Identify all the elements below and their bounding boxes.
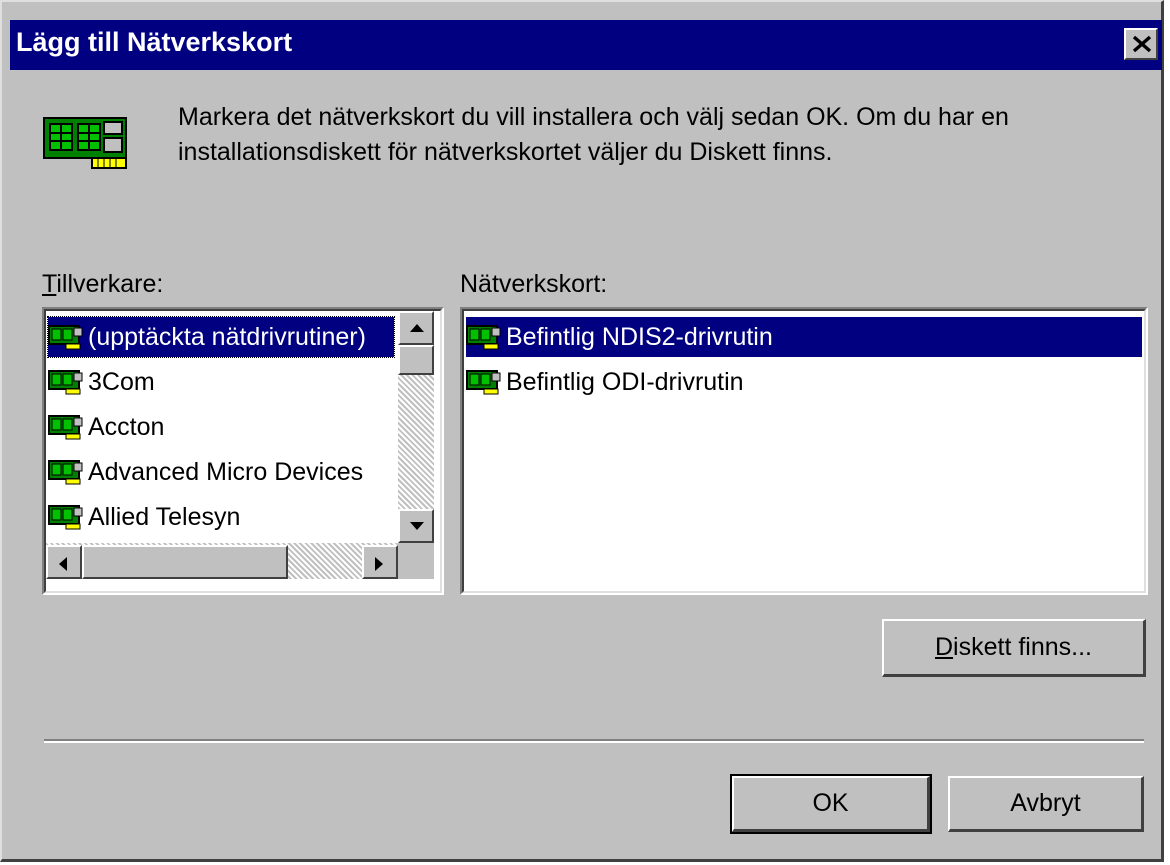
list-item[interactable]: Befintlig NDIS2-drivrutin [466, 317, 1142, 357]
window-title: Lägg till Nätverkskort [16, 27, 293, 57]
list-item[interactable]: Allied Telesyn [48, 497, 240, 537]
list-item-label: Befintlig NDIS2-drivrutin [506, 322, 773, 351]
manufacturers-label: Tillverkare: [42, 270, 163, 299]
network-card-icon [466, 325, 501, 350]
network-card-icon [48, 415, 83, 440]
close-button[interactable] [1124, 28, 1158, 60]
list-item[interactable]: (upptäckta nätdrivrutiner) [47, 316, 395, 358]
vertical-scroll-thumb[interactable] [398, 345, 434, 375]
cancel-button[interactable]: Avbryt [948, 776, 1144, 832]
list-item-label: Allied Telesyn [88, 502, 241, 531]
network-card-icon [48, 370, 83, 395]
arrow-down-icon [410, 522, 424, 530]
manufacturers-label-mnemonic: T [42, 270, 57, 298]
list-item[interactable]: Befintlig ODI-drivrutin [466, 362, 744, 402]
arrow-up-icon [410, 324, 424, 332]
horizontal-scroll-thumb[interactable] [82, 545, 288, 579]
scroll-up-button[interactable] [398, 311, 434, 345]
network-card-icon [48, 325, 83, 350]
have-disk-label: iskett finns... [953, 633, 1092, 661]
title-bar[interactable]: Lägg till Nätverkskort [10, 20, 1162, 70]
network-card-icon [43, 117, 127, 169]
network-card-icon [466, 370, 501, 395]
list-item-label: 3Com [88, 367, 155, 396]
network-card-icon [48, 505, 83, 530]
adapters-label: Nätverkskort: [460, 270, 608, 298]
adapters-list[interactable]: Befintlig NDIS2-drivrutin Befintlig ODI-… [460, 307, 1148, 595]
scroll-left-button[interactable] [46, 545, 82, 579]
manufacturers-label-rest: illverkare: [56, 270, 164, 298]
list-item-label: Advanced Micro Devices [88, 457, 364, 486]
list-item-label: Accton [88, 412, 165, 441]
dialog-window: Lägg till Nätverkskort Markera det nätve… [0, 0, 1164, 862]
list-item[interactable]: Accton [48, 407, 164, 447]
separator [44, 739, 1144, 743]
have-disk-mnemonic: D [934, 633, 954, 661]
list-item-label: (upptäckta nätdrivrutiner) [88, 322, 366, 351]
have-disk-button[interactable]: Diskett finns... [882, 619, 1146, 677]
ok-button[interactable]: OK [730, 774, 932, 834]
arrow-right-icon [375, 557, 383, 571]
manufacturers-list[interactable]: (upptäckta nätdrivrutiner) 3Com Accton A… [42, 307, 444, 595]
list-item-label: Befintlig ODI-drivrutin [506, 367, 744, 396]
scroll-right-button[interactable] [362, 545, 398, 579]
list-item[interactable]: Advanced Micro Devices [48, 452, 363, 492]
network-card-icon [48, 460, 83, 485]
instructions-text: Markera det nätverkskort du vill install… [178, 103, 1009, 166]
scroll-down-button[interactable] [398, 509, 434, 543]
close-icon [1132, 35, 1152, 53]
scrollbar-corner [398, 543, 434, 579]
list-item[interactable]: 3Com [48, 362, 155, 402]
arrow-left-icon [59, 557, 67, 571]
